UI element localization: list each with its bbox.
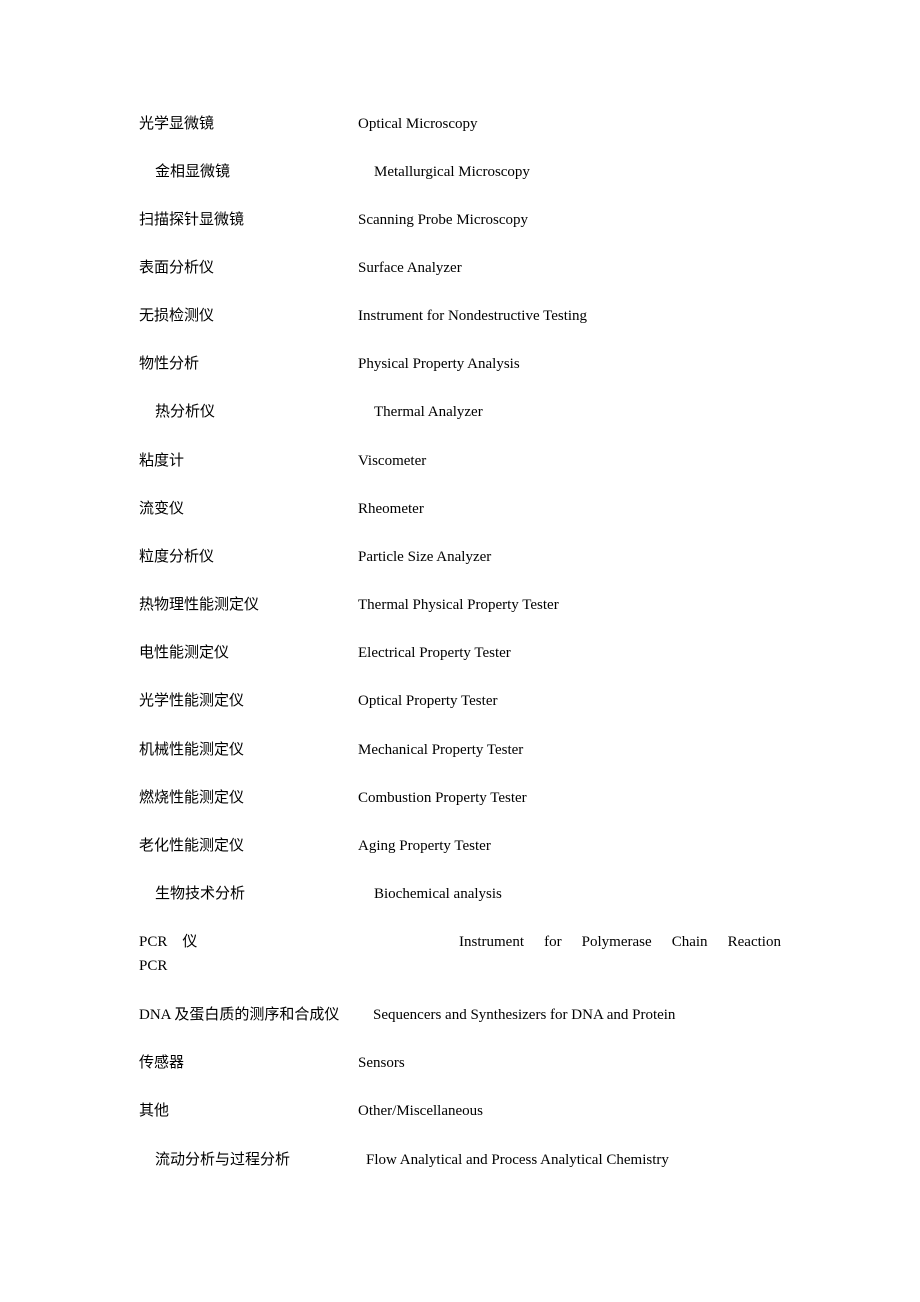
term-chinese: 热分析仪 — [155, 404, 216, 420]
term-row: 流动分析与过程分析 Flow Analytical and Process An… — [0, 1150, 920, 1170]
term-english: Combustion Property Tester — [358, 790, 527, 806]
term-chinese: 无损检测仪 — [139, 308, 215, 324]
term-english-justified: Instrument for Polymerase Chain Reaction — [459, 932, 781, 952]
term-english: Thermal Physical Property Tester — [358, 597, 559, 613]
term-chinese: 扫描探针显微镜 — [139, 212, 245, 228]
term-english: Surface Analyzer — [358, 260, 462, 276]
term-row: 粒度分析仪 Particle Size Analyzer — [0, 547, 920, 567]
term-english: Instrument for Nondestructive Testing — [358, 308, 588, 324]
term-row: 无损检测仪 Instrument for Nondestructive Test… — [0, 306, 920, 326]
term-row: 热分析仪 Thermal Analyzer — [0, 402, 920, 422]
term-row: 生物技术分析 Biochemical analysis — [0, 884, 920, 904]
term-row: 金相显微镜 Metallurgical Microscopy — [0, 162, 920, 182]
term-row: 其他 Other/Miscellaneous — [0, 1101, 920, 1121]
term-chinese: 表面分析仪 — [139, 260, 215, 276]
term-english: Other/Miscellaneous — [358, 1103, 483, 1119]
term-row: 老化性能测定仪 Aging Property Tester — [0, 836, 920, 856]
term-row: 燃烧性能测定仪 Combustion Property Tester — [0, 788, 920, 808]
term-english: Optical Property Tester — [358, 693, 498, 709]
term-chinese: 流变仪 — [139, 501, 185, 517]
term-english: Aging Property Tester — [358, 838, 491, 854]
word: Reaction — [727, 934, 781, 950]
term-english: Electrical Property Tester — [358, 645, 511, 661]
term-row: 扫描探针显微镜 Scanning Probe Microscopy — [0, 210, 920, 230]
term-english: Physical Property Analysis — [358, 356, 520, 372]
term-row: 电性能测定仪 Electrical Property Tester — [0, 643, 920, 663]
term-chinese: 老化性能测定仪 — [139, 838, 245, 854]
term-english: Optical Microscopy — [358, 116, 478, 132]
term-chinese: 粘度计 — [139, 453, 185, 469]
term-english: Sequencers and Synthesizers for DNA and … — [373, 1007, 676, 1023]
term-chinese: 传感器 — [139, 1055, 185, 1071]
term-english: Particle Size Analyzer — [358, 549, 492, 565]
term-chinese: 光学显微镜 — [139, 116, 215, 132]
term-row: 光学显微镜 Optical Microscopy — [0, 114, 920, 134]
term-chinese: 热物理性能测定仪 — [139, 597, 260, 613]
term-english: Metallurgical Microscopy — [374, 164, 530, 180]
term-row-pcr-continuation: PCR — [0, 956, 920, 976]
term-chinese: 流动分析与过程分析 — [155, 1152, 291, 1168]
term-chinese: 生物技术分析 — [155, 886, 246, 902]
word: Instrument — [459, 934, 524, 950]
term-english: Rheometer — [358, 501, 424, 517]
term-english: Scanning Probe Microscopy — [358, 212, 528, 228]
term-chinese: 其他 — [139, 1103, 170, 1119]
term-chinese: 光学性能测定仪 — [139, 693, 245, 709]
term-chinese: PCR 仪 — [139, 934, 198, 950]
term-row: 光学性能测定仪 Optical Property Tester — [0, 691, 920, 711]
term-row: 粘度计 Viscometer — [0, 451, 920, 471]
word: Chain — [671, 934, 708, 950]
term-row: 流变仪 Rheometer — [0, 499, 920, 519]
term-english-continuation: PCR — [139, 958, 168, 974]
term-chinese: 粒度分析仪 — [139, 549, 215, 565]
term-row: 物性分析 Physical Property Analysis — [0, 354, 920, 374]
term-row: 机械性能测定仪 Mechanical Property Tester — [0, 740, 920, 760]
term-row: 热物理性能测定仪 Thermal Physical Property Teste… — [0, 595, 920, 615]
term-chinese: 电性能测定仪 — [139, 645, 230, 661]
term-english: Mechanical Property Tester — [358, 742, 524, 758]
term-english: Biochemical analysis — [374, 886, 502, 902]
term-row: DNA 及蛋白质的测序和合成仪 Sequencers and Synthesiz… — [0, 1005, 920, 1025]
word: for — [544, 934, 562, 950]
term-english: Sensors — [358, 1055, 405, 1071]
term-chinese: 燃烧性能测定仪 — [139, 790, 245, 806]
term-chinese: 机械性能测定仪 — [139, 742, 245, 758]
term-row: 表面分析仪 Surface Analyzer — [0, 258, 920, 278]
term-english: Flow Analytical and Process Analytical C… — [366, 1152, 669, 1168]
word: Polymerase — [581, 934, 652, 950]
term-english: Viscometer — [358, 453, 427, 469]
term-row-pcr: PCR 仪 Instrument for Polymerase Chain Re… — [0, 932, 920, 952]
term-chinese: 金相显微镜 — [155, 164, 231, 180]
term-english: Thermal Analyzer — [374, 404, 483, 420]
term-chinese: 物性分析 — [139, 356, 200, 372]
term-chinese: DNA 及蛋白质的测序和合成仪 — [139, 1007, 340, 1023]
term-row: 传感器 Sensors — [0, 1053, 920, 1073]
